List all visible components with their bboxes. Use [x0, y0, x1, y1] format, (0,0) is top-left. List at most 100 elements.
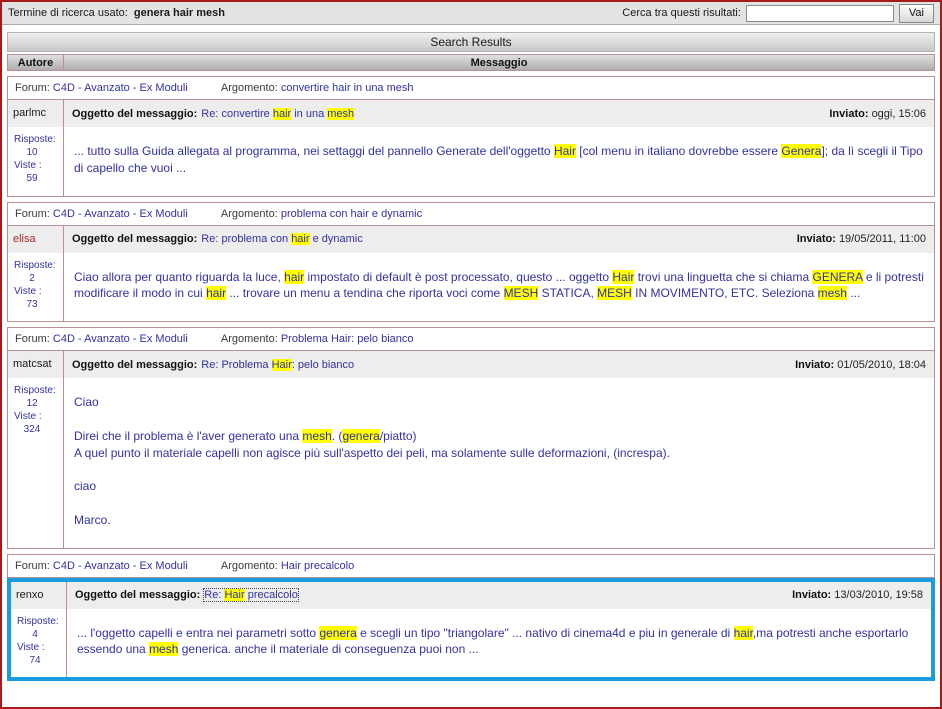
forum-row: Forum: C4D - Avanzato - Ex Moduli Argome…	[7, 327, 935, 352]
subject-part: Oggetto del messaggio: Re: problema con …	[72, 233, 363, 246]
search-result: Forum: C4D - Avanzato - Ex Moduli Argome…	[7, 327, 935, 549]
body-cell: ... tutto sulla Guida allegata al progra…	[64, 127, 934, 196]
message-header-row: parlmc Oggetto del messaggio: Re: conver…	[8, 100, 934, 127]
search-result: Forum: C4D - Avanzato - Ex Moduli Argome…	[7, 76, 935, 197]
body-cell: ... l'oggetto capelli e entra nei parame…	[67, 609, 931, 678]
views-label: Viste :	[17, 641, 45, 653]
author-cell: elisa	[8, 225, 64, 253]
forum-label: Forum:	[15, 82, 50, 94]
forum-search-results-page: Termine di ricerca usato: genera hair me…	[2, 2, 940, 682]
views-label: Viste :	[14, 160, 42, 171]
subject-label: Oggetto del messaggio:	[75, 589, 201, 602]
views-count: 59	[26, 173, 38, 184]
replies-label: Risposte:	[14, 134, 56, 145]
views-label: Viste :	[14, 285, 42, 297]
sent-part: Inviato: oggi, 15:06	[829, 108, 926, 120]
replies-label: Risposte:	[17, 615, 59, 627]
replies-count: 10	[26, 147, 38, 158]
forum-label: Forum:	[15, 333, 50, 346]
message-header-row: renxo Oggetto del messaggio: Re: Hair pr…	[11, 581, 931, 609]
author-cell: matcsat	[8, 351, 64, 379]
subject-part: Oggetto del messaggio: Re: Problema Hair…	[72, 358, 354, 371]
replies-label: Risposte:	[14, 385, 56, 397]
sent-date: 01/05/2010, 18:04	[837, 358, 926, 371]
column-header-message: Messaggio	[470, 56, 528, 69]
topic-link[interactable]: convertire hair in una mesh	[281, 82, 414, 94]
forum-label: Forum:	[15, 207, 50, 220]
top-bar: Termine di ricerca usato: genera hair me…	[2, 2, 940, 25]
forum-link[interactable]: C4D - Avanzato - Ex Moduli	[53, 560, 188, 572]
author-name[interactable]: renxo	[16, 589, 44, 601]
sent-date: 13/03/2010, 19:58	[834, 589, 923, 602]
search-result: Forum: C4D - Avanzato - Ex Moduli Argome…	[7, 201, 935, 323]
sent-part: Inviato: 13/03/2010, 19:58	[792, 589, 923, 601]
subject-header-cell: Oggetto del messaggio: Re: problema con …	[64, 226, 934, 253]
search-term-summary: Termine di ricerca usato: genera hair me…	[8, 7, 225, 19]
views-count: 73	[26, 298, 38, 310]
search-result: Forum: C4D - Avanzato - Ex Moduli Argome…	[7, 553, 935, 682]
topic-link[interactable]: Hair precalcolo	[281, 560, 354, 572]
author-cell: renxo	[11, 581, 67, 609]
replies-label: Risposte:	[14, 259, 56, 271]
topic-label: Argomento:	[220, 82, 278, 94]
subject-link[interactable]: Re: Problema Hair: pelo bianco	[201, 358, 354, 371]
search-term-label: Termine di ricerca usato:	[8, 7, 128, 19]
refine-search-area: Cerca tra questi risultati: Vai	[622, 3, 934, 23]
sent-label: Inviato:	[792, 589, 832, 602]
column-header-row: Autore Messaggio	[7, 54, 935, 71]
replies-count: 2	[29, 272, 35, 284]
author-name[interactable]: elisa	[13, 233, 36, 245]
message-body-row: Risposte: 10 Viste : 59 ... tutto sulla …	[8, 127, 934, 196]
author-cell: parlmc	[8, 100, 64, 127]
subject-link[interactable]: Re: Hair precalcolo	[203, 588, 299, 603]
sent-date: oggi, 15:06	[871, 107, 926, 120]
forum-row: Forum: C4D - Avanzato - Ex Moduli Argome…	[7, 553, 935, 578]
message-header-row: matcsat Oggetto del messaggio: Re: Probl…	[8, 351, 934, 379]
sent-part: Inviato: 19/05/2011, 11:00	[797, 233, 926, 245]
sent-label: Inviato:	[795, 358, 835, 371]
topic-label: Argomento:	[220, 333, 278, 346]
subject-header-cell: Oggetto del messaggio: Re: convertire ha…	[64, 100, 934, 127]
body-cell: Ciao allora per quanto riguarda la luce,…	[64, 253, 934, 322]
subject-link[interactable]: Re: convertire hair in una mesh	[201, 107, 355, 120]
author-name[interactable]: matcsat	[13, 358, 52, 370]
topic-label: Argomento:	[220, 207, 278, 220]
forum-link[interactable]: C4D - Avanzato - Ex Moduli	[53, 208, 188, 220]
forum-row: Forum: C4D - Avanzato - Ex Moduli Argome…	[7, 76, 935, 100]
forum-label: Forum:	[15, 559, 50, 572]
message-body: ... tutto sulla Guida allegata al progra…	[74, 144, 927, 175]
message-body: ... l'oggetto capelli e entra nei parame…	[77, 625, 912, 657]
result-rows: renxo Oggetto del messaggio: Re: Hair pr…	[7, 577, 935, 682]
refine-search-input[interactable]	[745, 4, 894, 22]
subject-label: Oggetto del messaggio:	[72, 358, 198, 371]
body-cell: Ciao Direi che il problema è l'aver gene…	[64, 378, 934, 547]
sent-date: 19/05/2011, 11:00	[838, 233, 926, 246]
subject-header-cell: Oggetto del messaggio: Re: Hair precalco…	[67, 582, 931, 609]
forum-link[interactable]: C4D - Avanzato - Ex Moduli	[53, 82, 188, 94]
topic-link[interactable]: Problema Hair: pelo bianco	[281, 333, 414, 345]
subject-link[interactable]: Re: problema con hair e dynamic	[201, 233, 363, 246]
replies-count: 12	[26, 398, 38, 410]
topic-link[interactable]: problema con hair e dynamic	[281, 208, 422, 220]
views-count: 74	[29, 654, 41, 666]
subject-part: Oggetto del messaggio: Re: convertire ha…	[72, 107, 355, 120]
result-rows: parlmc Oggetto del messaggio: Re: conver…	[7, 99, 935, 197]
views-count: 324	[23, 424, 41, 436]
sent-label: Inviato:	[829, 107, 869, 120]
stats-cell: Risposte: 4 Viste : 74	[11, 608, 67, 678]
subject-label: Oggetto del messaggio:	[72, 107, 198, 120]
go-button[interactable]: Vai	[898, 3, 934, 23]
message-body-row: Risposte: 2 Viste : 73 Ciao allora per q…	[8, 252, 934, 322]
forum-row: Forum: C4D - Avanzato - Ex Moduli Argome…	[7, 201, 935, 226]
stats-cell: Risposte: 12 Viste : 324	[8, 378, 64, 548]
views-label: Viste :	[14, 411, 42, 423]
subject-label: Oggetto del messaggio:	[72, 233, 198, 246]
result-rows: matcsat Oggetto del messaggio: Re: Probl…	[7, 350, 935, 549]
author-name[interactable]: parlmc	[13, 107, 46, 119]
forum-link[interactable]: C4D - Avanzato - Ex Moduli	[53, 333, 188, 345]
result-rows: elisa Oggetto del messaggio: Re: problem…	[7, 224, 935, 323]
subject-header-cell: Oggetto del messaggio: Re: Problema Hair…	[64, 351, 934, 378]
sent-label: Inviato:	[796, 233, 836, 246]
message-body-row: Risposte: 4 Viste : 74 ... l'oggetto cap…	[11, 608, 931, 678]
subject-part: Oggetto del messaggio: Re: Hair precalco…	[75, 588, 299, 603]
